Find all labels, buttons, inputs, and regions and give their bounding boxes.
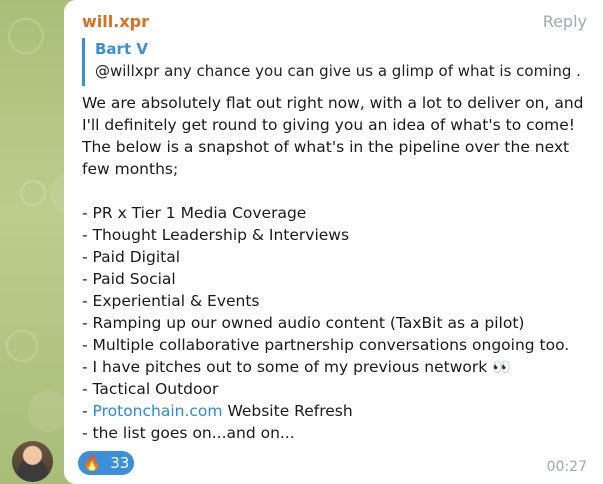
list-item: - Paid Digital	[82, 248, 181, 266]
list-item: - Protonchain.com Website Refresh	[82, 400, 592, 422]
protonchain-link[interactable]: Protonchain.com	[93, 402, 223, 420]
fire-icon: 🔥	[82, 454, 102, 472]
reaction-count: 33	[110, 454, 130, 472]
message-body: We are absolutely flat out right now, wi…	[82, 92, 592, 444]
list-item-text: - I have pitches out to some of my previ…	[82, 358, 488, 376]
list-item: - Ramping up our owned audio content (Ta…	[82, 314, 525, 332]
list-item-suffix: Website Refresh	[222, 402, 353, 420]
list-item: - Paid Social	[82, 270, 176, 288]
wallpaper-doodle	[6, 330, 38, 362]
avatar-icon[interactable]	[12, 441, 53, 482]
wallpaper-doodle	[20, 180, 46, 206]
quoted-message[interactable]: Bart V @willxpr any chance you can give …	[82, 38, 582, 86]
eyes-icon: 👀	[492, 358, 511, 376]
quoted-text: @willxpr any chance you can give us a gl…	[95, 62, 582, 80]
list-item: - Tactical Outdoor	[82, 380, 219, 398]
list-item: - Thought Leadership & Interviews	[82, 226, 350, 244]
list-item: - Multiple collaborative partnership con…	[82, 336, 570, 354]
reply-button[interactable]: Reply	[543, 12, 587, 31]
list-item: - PR x Tier 1 Media Coverage	[82, 204, 307, 222]
reaction-button[interactable]: 🔥 33	[78, 451, 134, 475]
message-bubble: will.xpr Reply Bart V @willxpr any chanc…	[64, 0, 603, 484]
quoted-author: Bart V	[95, 40, 148, 58]
list-item-prefix: -	[82, 402, 93, 420]
list-item: - the list goes on...and on...	[82, 424, 295, 442]
sender-name[interactable]: will.xpr	[82, 12, 149, 31]
message-time: 00:27	[546, 459, 587, 475]
message-intro: We are absolutely flat out right now, wi…	[82, 94, 584, 178]
list-item: - Experiential & Events	[82, 292, 260, 310]
wallpaper-doodle	[8, 18, 44, 54]
list-item: - I have pitches out to some of my previ…	[82, 356, 592, 378]
